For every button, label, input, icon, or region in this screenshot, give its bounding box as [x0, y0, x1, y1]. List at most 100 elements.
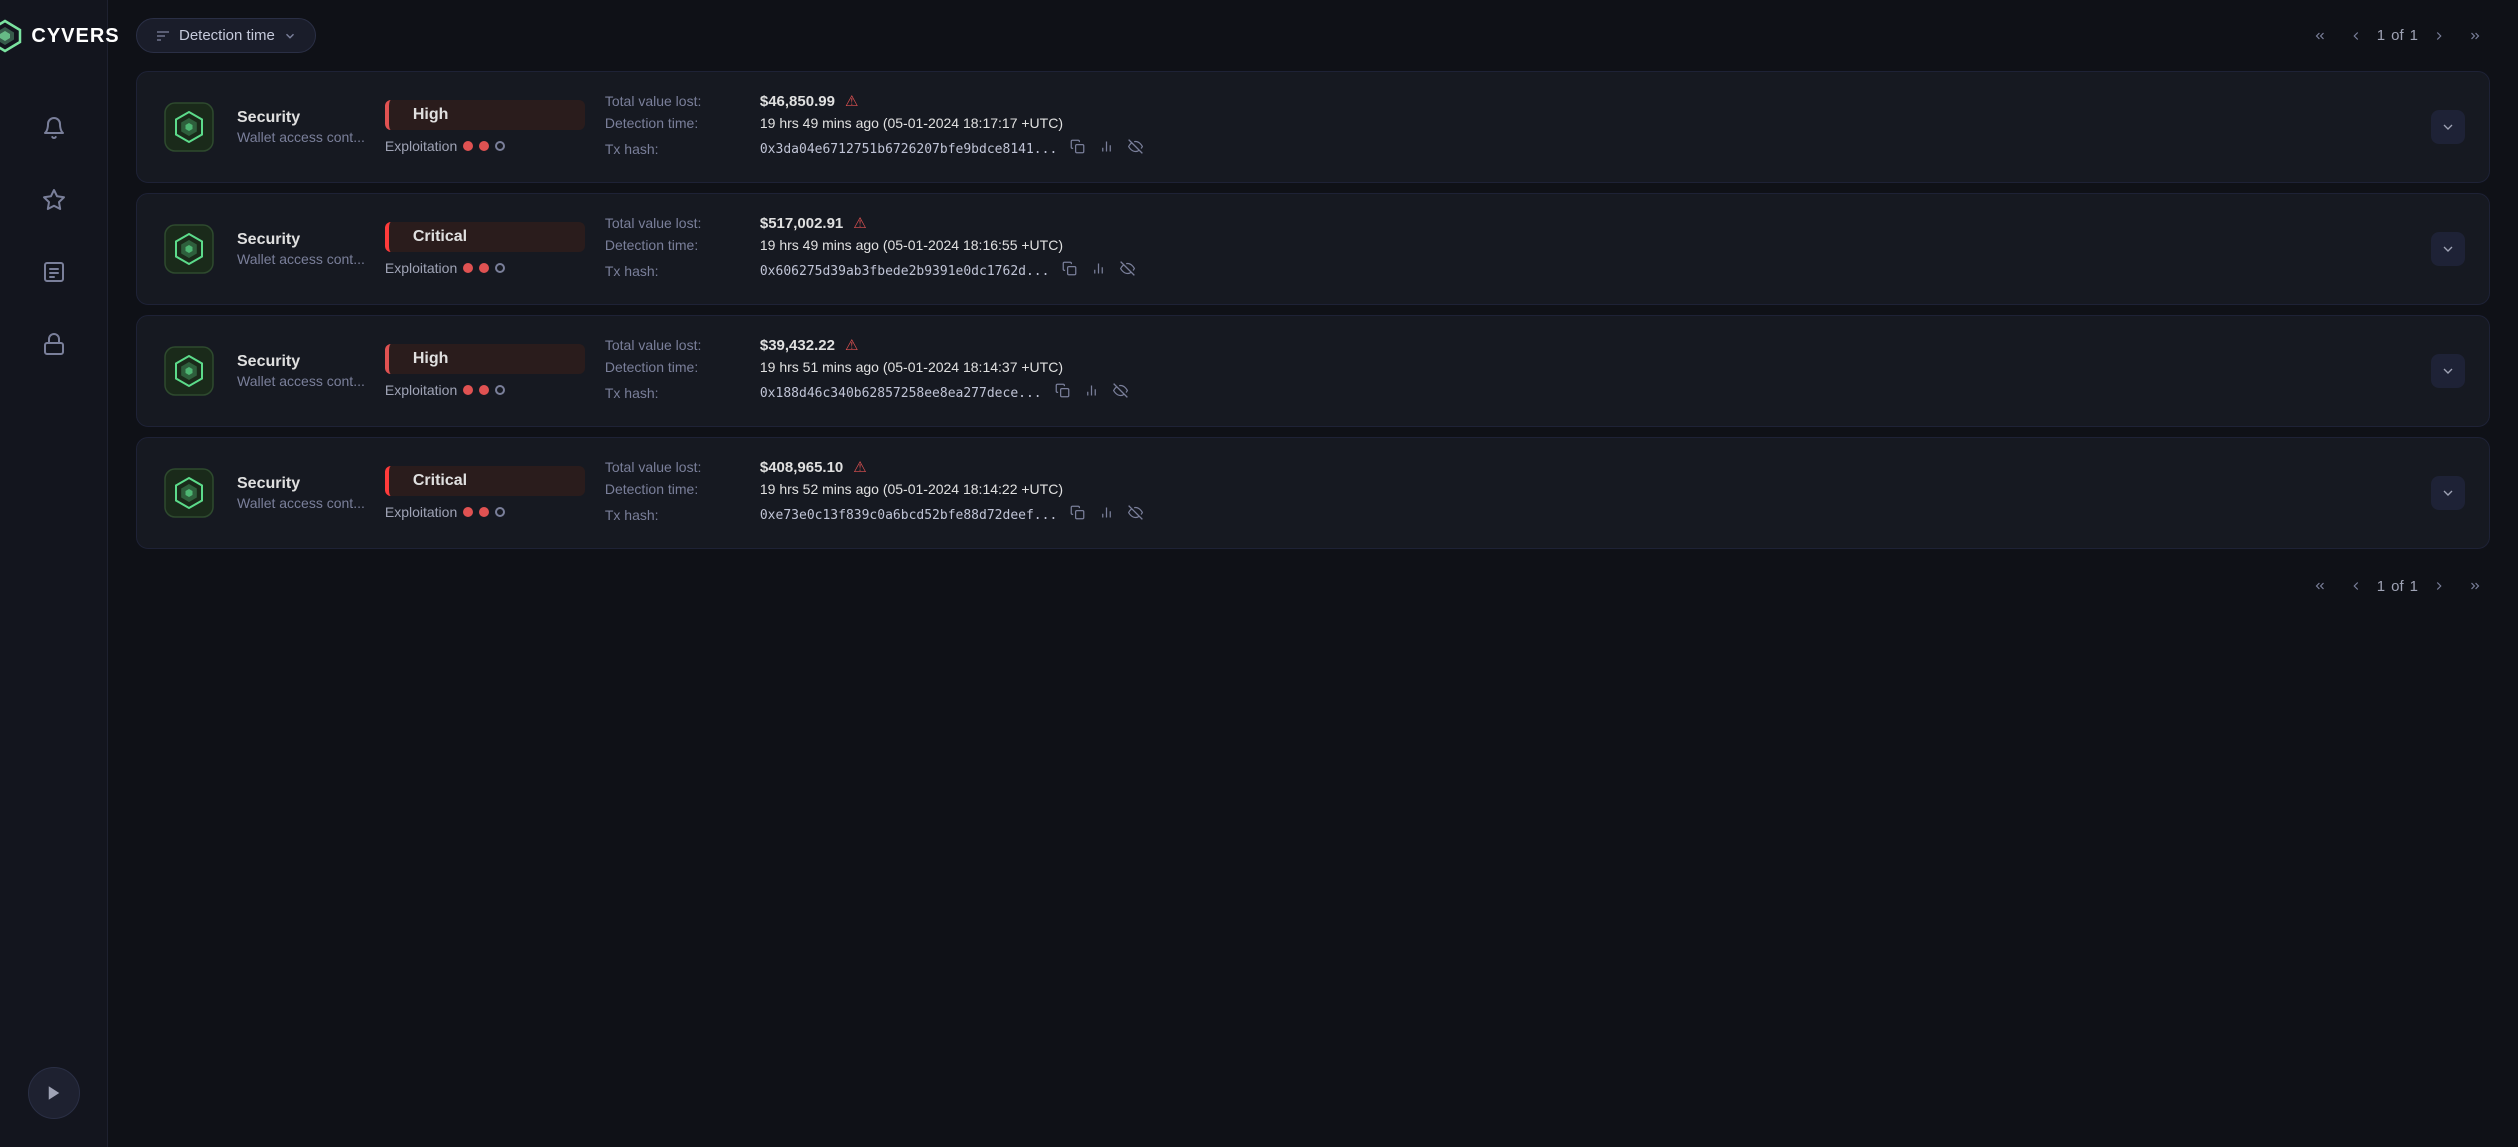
sidebar-item-favorites[interactable]: [32, 178, 76, 222]
play-button[interactable]: [28, 1067, 80, 1119]
severity-block: High Exploitation: [385, 100, 585, 154]
sidebar-item-lock[interactable]: [32, 322, 76, 366]
bottom-pagination-first[interactable]: [2305, 571, 2335, 601]
prev-icon-bottom: [2349, 579, 2363, 593]
sidebar: CYVERS: [0, 0, 108, 1147]
chart-icon[interactable]: [1081, 380, 1102, 406]
pagination-first[interactable]: [2305, 21, 2335, 51]
expand-button[interactable]: [2431, 476, 2465, 510]
copy-icon[interactable]: [1067, 136, 1088, 162]
alert-category: Security: [237, 231, 365, 249]
attack-type-row: Exploitation: [385, 260, 585, 276]
dot-filled-2: [479, 263, 489, 273]
expand-button[interactable]: [2431, 354, 2465, 388]
severity-badge: High: [385, 100, 585, 130]
tx-hash-label: Tx hash:: [605, 141, 750, 157]
alert-type-block: Security Wallet access cont...: [237, 109, 365, 145]
alert-category: Security: [237, 353, 365, 371]
sidebar-bottom: [28, 1067, 80, 1129]
dot-filled-2: [479, 141, 489, 151]
bottom-bar: 1 of 1: [136, 571, 2490, 601]
alert-info: Total value lost: $39,432.22 ⚠ Detection…: [605, 336, 2401, 406]
info-row-time: Detection time: 19 hrs 51 mins ago (05-0…: [605, 359, 2401, 375]
alert-info: Total value lost: $408,965.10 ⚠ Detectio…: [605, 458, 2401, 528]
alert-info: Total value lost: $46,850.99 ⚠ Detection…: [605, 92, 2401, 162]
sort-label: Detection time: [179, 27, 275, 44]
pagination-last[interactable]: [2460, 21, 2490, 51]
eye-off-icon[interactable]: [1110, 380, 1131, 406]
chart-icon[interactable]: [1096, 502, 1117, 528]
bottom-pagination-next[interactable]: [2424, 571, 2454, 601]
severity-block: High Exploitation: [385, 344, 585, 398]
bottom-pagination-prev[interactable]: [2341, 571, 2371, 601]
chevron-down-icon: [2440, 241, 2456, 257]
sidebar-item-alerts[interactable]: [32, 106, 76, 150]
detection-time-label: Detection time:: [605, 237, 750, 253]
attack-type-row: Exploitation: [385, 504, 585, 520]
severity-badge: High: [385, 344, 585, 374]
security-icon: [163, 345, 215, 397]
dot-empty: [495, 385, 505, 395]
severity-block: Critical Exploitation: [385, 466, 585, 520]
chevron-down-icon: [283, 29, 297, 43]
pagination-next[interactable]: [2424, 21, 2454, 51]
eye-off-icon[interactable]: [1125, 136, 1146, 162]
alert-card[interactable]: Security Wallet access cont... Critical …: [136, 193, 2490, 305]
dot-filled-2: [479, 385, 489, 395]
warning-icon: ⚠: [845, 92, 858, 110]
alert-card[interactable]: Security Wallet access cont... High Expl…: [136, 71, 2490, 183]
eye-off-icon[interactable]: [1125, 502, 1146, 528]
alert-icon-box: [161, 465, 217, 521]
alert-type-block: Security Wallet access cont...: [237, 475, 365, 511]
brand-name: CYVERS: [31, 25, 119, 48]
security-icon: [163, 223, 215, 275]
detection-time-label: Detection time:: [605, 115, 750, 131]
tx-hash-value: 0x606275d39ab3fbede2b9391e0dc1762d...: [760, 264, 1050, 279]
copy-icon[interactable]: [1052, 380, 1073, 406]
alert-card[interactable]: Security Wallet access cont... Critical …: [136, 437, 2490, 549]
chart-icon[interactable]: [1096, 136, 1117, 162]
dot-filled-1: [463, 141, 473, 151]
detection-time: 19 hrs 49 mins ago (05-01-2024 18:17:17 …: [760, 115, 1063, 131]
tx-hash-value: 0x188d46c340b62857258ee8ea277dece...: [760, 386, 1042, 401]
dot-filled-1: [463, 385, 473, 395]
chart-icon[interactable]: [1088, 258, 1109, 284]
bottom-pagination-last[interactable]: [2460, 571, 2490, 601]
info-row-value: Total value lost: $46,850.99 ⚠: [605, 92, 2401, 110]
eye-off-icon[interactable]: [1117, 258, 1138, 284]
alert-type-block: Security Wallet access cont...: [237, 231, 365, 267]
icon-actions: [1059, 258, 1138, 284]
alert-type-block: Security Wallet access cont...: [237, 353, 365, 389]
total-value: $517,002.91: [760, 215, 843, 232]
info-row-hash: Tx hash: 0x188d46c340b62857258ee8ea277de…: [605, 380, 2401, 406]
expand-button[interactable]: [2431, 110, 2465, 144]
alert-icon-box: [161, 221, 217, 277]
expand-button[interactable]: [2431, 232, 2465, 266]
dot-filled-1: [463, 263, 473, 273]
logo-icon: [0, 18, 23, 54]
attack-type-row: Exploitation: [385, 382, 585, 398]
info-row-value: Total value lost: $408,965.10 ⚠: [605, 458, 2401, 476]
total-value-label: Total value lost:: [605, 215, 750, 231]
main-content: Detection time 1 of 1: [108, 0, 2518, 1147]
sort-button[interactable]: Detection time: [136, 18, 316, 53]
pagination-total: 1: [2410, 27, 2418, 44]
icon-actions: [1067, 136, 1146, 162]
alert-subcategory: Wallet access cont...: [237, 373, 365, 389]
dot-empty: [495, 141, 505, 151]
next-icon: [2432, 29, 2446, 43]
attack-type-label: Exploitation: [385, 260, 457, 276]
alert-category: Security: [237, 109, 365, 127]
warning-icon: ⚠: [853, 214, 866, 232]
chevron-down-icon: [2440, 119, 2456, 135]
total-value: $39,432.22: [760, 337, 835, 354]
total-value-label: Total value lost:: [605, 459, 750, 475]
sidebar-item-reports[interactable]: [32, 250, 76, 294]
copy-icon[interactable]: [1059, 258, 1080, 284]
attack-type-label: Exploitation: [385, 382, 457, 398]
top-pagination: 1 of 1: [2305, 21, 2490, 51]
pagination-prev[interactable]: [2341, 21, 2371, 51]
alert-card[interactable]: Security Wallet access cont... High Expl…: [136, 315, 2490, 427]
alert-icon-box: [161, 99, 217, 155]
copy-icon[interactable]: [1067, 502, 1088, 528]
